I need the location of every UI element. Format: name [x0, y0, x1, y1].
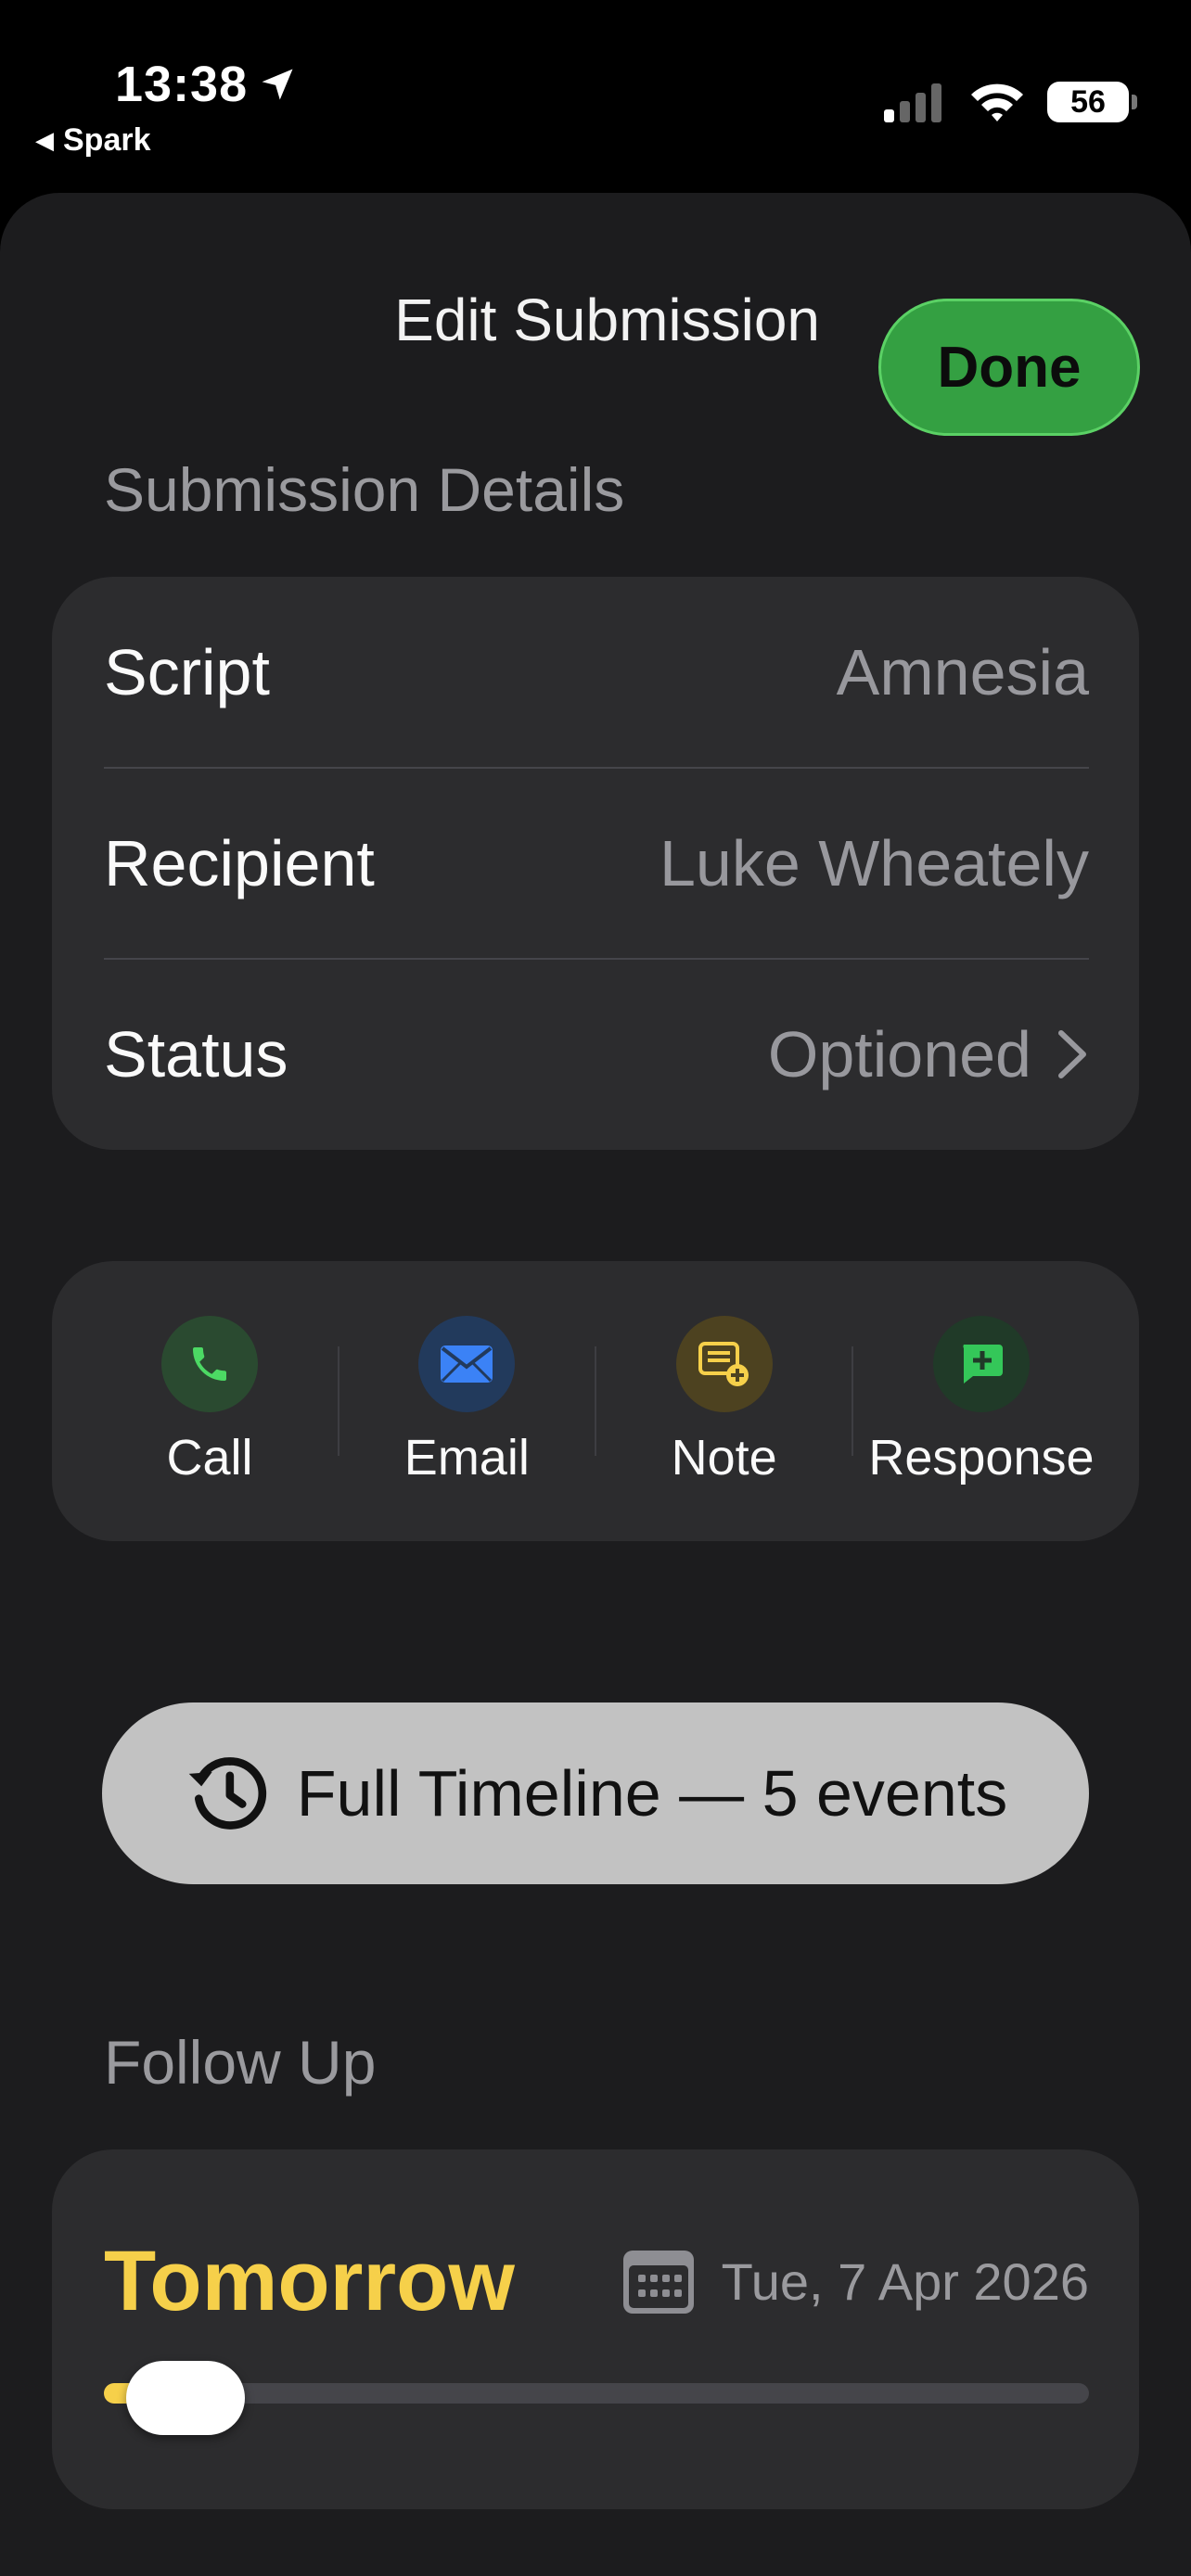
- status-value: Optioned: [768, 1017, 1089, 1091]
- follow-up-card: Tomorrow Tue, 7 Apr 2026: [52, 2149, 1139, 2509]
- wifi-icon: [971, 83, 1023, 121]
- battery-indicator: 56: [1047, 82, 1137, 122]
- recipient-row[interactable]: Recipient Luke Wheately: [104, 768, 1089, 959]
- response-action[interactable]: Response: [857, 1316, 1106, 1486]
- note-action[interactable]: Note: [600, 1316, 849, 1486]
- cellular-signal-icon: [884, 83, 941, 122]
- full-timeline-button[interactable]: Full Timeline — 5 events: [102, 1702, 1089, 1884]
- response-label: Response: [868, 1430, 1095, 1486]
- history-icon: [188, 1757, 266, 1830]
- follow-up-label: Follow Up: [104, 2028, 377, 2097]
- status-bar: 13:38 ◀ Spark 56: [0, 0, 1191, 185]
- full-timeline-label: Full Timeline — 5 events: [296, 1757, 1008, 1830]
- action-separator: [594, 1346, 596, 1456]
- status-time-text: 13:38: [115, 57, 249, 112]
- status-value-text: Optioned: [767, 1018, 1031, 1090]
- status-indicators: 56: [882, 80, 1137, 124]
- envelope-icon: [418, 1316, 516, 1412]
- follow-up-slider-thumb[interactable]: [126, 2361, 245, 2435]
- recipient-label: Recipient: [104, 827, 375, 899]
- screen: 13:38 ◀ Spark 56 Edit Submission Done Su…: [0, 0, 1191, 2576]
- follow-up-date-picker[interactable]: Tue, 7 Apr 2026: [621, 2249, 1089, 2315]
- action-separator: [852, 1346, 854, 1456]
- sheet-title: Edit Submission: [394, 287, 820, 353]
- submission-details-card: Script Amnesia Recipient Luke Wheately S…: [52, 577, 1139, 1150]
- action-separator: [337, 1346, 339, 1456]
- edit-submission-sheet: Edit Submission Done Submission Details …: [0, 193, 1191, 2576]
- email-label: Email: [403, 1430, 530, 1486]
- status-row[interactable]: Status Optioned: [104, 959, 1089, 1150]
- message-add-icon: [932, 1316, 1030, 1412]
- follow-up-relative-date: Tomorrow: [104, 2234, 515, 2328]
- quick-actions: Call Email Note Response: [52, 1261, 1139, 1541]
- email-action[interactable]: Email: [342, 1316, 591, 1486]
- note-add-icon: [675, 1316, 773, 1412]
- back-triangle-icon: ◀: [35, 126, 54, 154]
- battery-tip: [1132, 95, 1137, 109]
- script-value-text: Amnesia: [836, 636, 1089, 708]
- back-app-label: Spark: [63, 122, 151, 158]
- location-arrow-icon: [262, 69, 293, 100]
- script-row[interactable]: Script Amnesia: [104, 577, 1089, 768]
- back-to-app-link[interactable]: ◀ Spark: [35, 122, 151, 159]
- submission-details-label: Submission Details: [104, 455, 625, 524]
- follow-up-header: Tomorrow Tue, 7 Apr 2026: [104, 2233, 1089, 2330]
- script-label: Script: [104, 636, 270, 708]
- quick-actions-card: Call Email Note Response: [52, 1261, 1139, 1541]
- script-value: Amnesia: [837, 635, 1089, 709]
- follow-up-date: Tue, 7 Apr 2026: [721, 2252, 1089, 2311]
- call-label: Call: [166, 1430, 253, 1486]
- done-button[interactable]: Done: [878, 299, 1140, 436]
- recipient-value-text: Luke Wheately: [659, 827, 1089, 899]
- status-time: 13:38: [115, 56, 298, 113]
- chevron-right-icon: [1058, 1030, 1086, 1078]
- follow-up-slider-track[interactable]: [104, 2383, 1089, 2404]
- recipient-value: Luke Wheately: [660, 826, 1089, 900]
- status-label: Status: [104, 1018, 288, 1090]
- phone-icon: [161, 1316, 258, 1412]
- sheet-header: Edit Submission Done: [0, 247, 1191, 436]
- note-label: Note: [671, 1430, 777, 1486]
- call-action[interactable]: Call: [85, 1316, 334, 1486]
- calendar-icon: [622, 2250, 694, 2314]
- battery-level: 56: [1047, 82, 1129, 122]
